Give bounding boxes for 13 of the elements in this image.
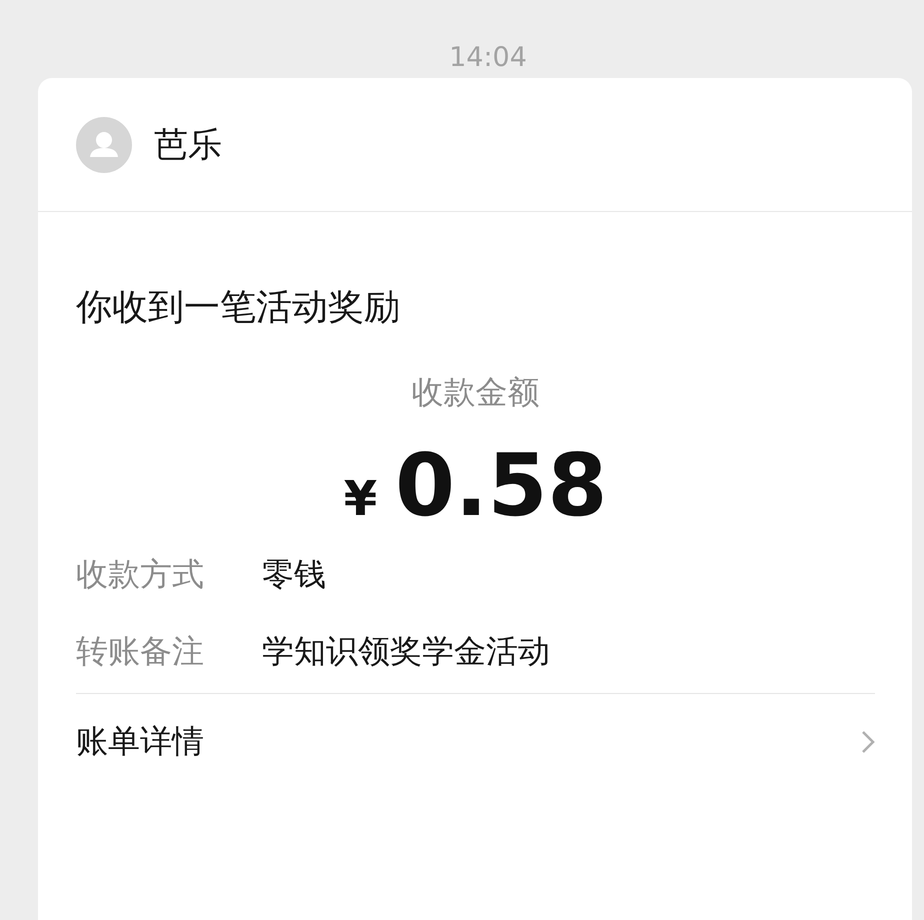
chevron-right-icon xyxy=(861,730,875,754)
sender-name: 芭乐 xyxy=(154,124,222,166)
detail-value: 零钱 xyxy=(262,554,326,594)
detail-value: 学知识领奖学金活动 xyxy=(262,630,550,672)
detail-label: 转账备注 xyxy=(76,630,205,672)
amount-label: 收款金额 xyxy=(410,372,540,412)
bill-details-link[interactable]: 账单详情 xyxy=(76,694,875,790)
amount-value: 0.58 xyxy=(395,436,608,536)
currency-symbol: ¥ xyxy=(344,471,378,527)
timestamp: 14:04 xyxy=(448,41,528,75)
avatar-icon xyxy=(76,116,132,172)
message-title: 你收到一笔活动奖励 xyxy=(76,286,401,330)
detail-label: 收款方式 xyxy=(76,554,205,594)
